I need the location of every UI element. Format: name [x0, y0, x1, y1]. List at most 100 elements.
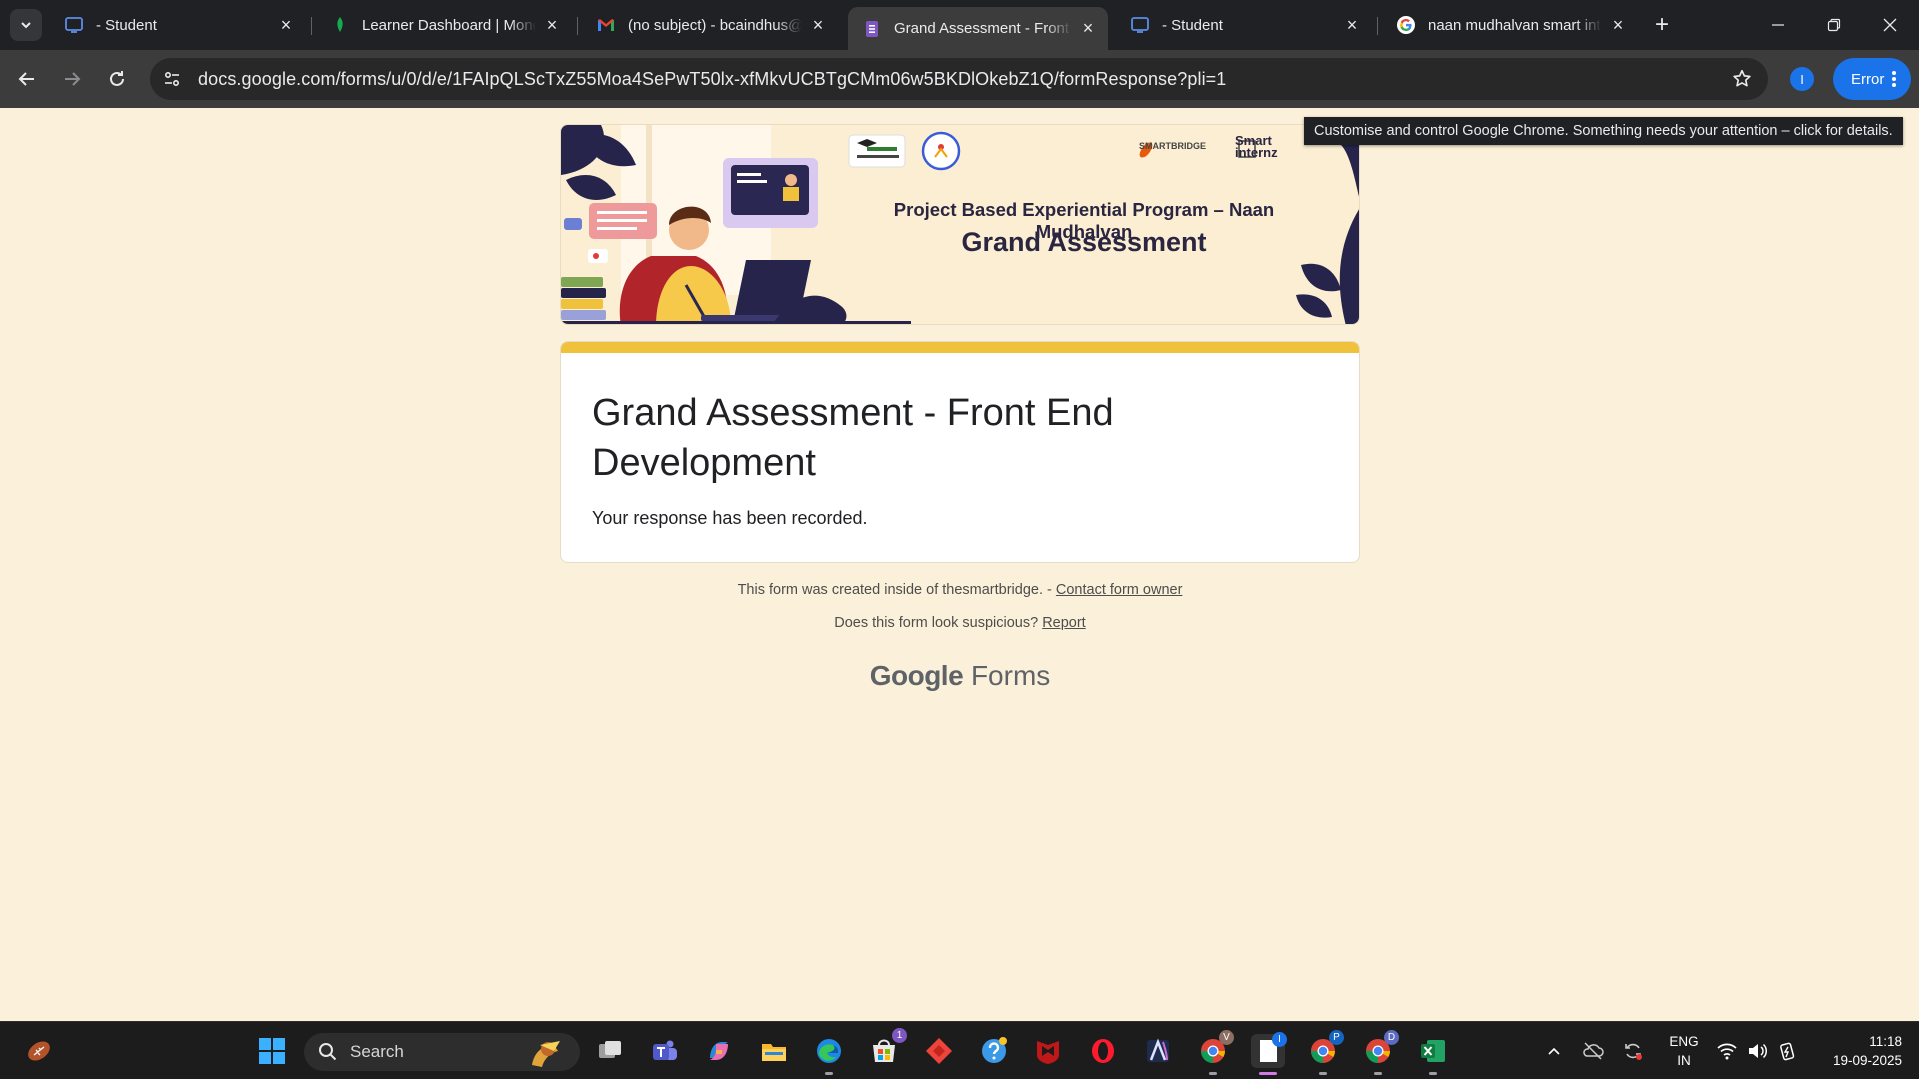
plus-icon: +: [1654, 11, 1669, 38]
notepad-icon[interactable]: I: [1251, 1032, 1287, 1068]
volume-icon[interactable]: [1740, 1034, 1774, 1068]
mcafee-icon[interactable]: [1031, 1034, 1065, 1068]
report-link[interactable]: Report: [1042, 615, 1086, 631]
running-indicator: [1429, 1072, 1437, 1075]
close-icon[interactable]: ×: [542, 15, 562, 35]
wifi-icon[interactable]: [1710, 1034, 1744, 1068]
tab-strip: - Student × Learner Dashboard | MongoDB …: [0, 0, 1919, 50]
tab-title: - Student: [96, 16, 157, 34]
profile-badge: P: [1329, 1030, 1344, 1045]
close-icon[interactable]: ×: [1342, 15, 1362, 35]
bookmark-star-icon[interactable]: [1730, 67, 1754, 91]
chrome-menu-tooltip: Customise and control Google Chrome. Som…: [1304, 117, 1903, 145]
running-indicator: [1374, 1072, 1382, 1075]
teams-icon[interactable]: [647, 1034, 681, 1068]
profile-badge: I: [1272, 1032, 1287, 1047]
task-view-icon[interactable]: [593, 1034, 627, 1068]
leaf-icon: [330, 15, 350, 35]
profile-avatar[interactable]: I: [1790, 67, 1814, 91]
google-icon: [1396, 15, 1416, 35]
search-icon: [319, 1043, 337, 1061]
chrome-profile-p-icon[interactable]: P: [1306, 1030, 1344, 1068]
search-highlight-icon: [532, 1041, 560, 1067]
site-info-icon[interactable]: [156, 63, 188, 95]
windows-logo-icon: [259, 1038, 285, 1064]
football-widget-icon[interactable]: [22, 1034, 56, 1068]
contact-owner-link[interactable]: Contact form owner: [1056, 582, 1183, 598]
microsoft-store-icon[interactable]: 1: [867, 1028, 907, 1068]
reload-icon: [110, 71, 124, 86]
tab-student-2[interactable]: - Student ×: [1116, 8, 1372, 42]
edge-icon[interactable]: [812, 1034, 846, 1068]
running-indicator: [1319, 1072, 1327, 1075]
running-indicator: [1209, 1072, 1217, 1075]
close-icon[interactable]: ×: [1608, 15, 1628, 35]
google-forms-logo[interactable]: Google Forms: [560, 660, 1360, 692]
close-icon[interactable]: ×: [276, 15, 296, 35]
chevron-down-icon: [21, 22, 31, 29]
chrome-profile-v-icon[interactable]: V: [1196, 1030, 1234, 1068]
google-wordmark: Google: [869, 660, 964, 691]
chevron-up-icon[interactable]: [1537, 1034, 1571, 1068]
banner-title: Grand Assessment: [961, 227, 1207, 257]
error-label: Error: [1851, 70, 1885, 88]
arrow-right-icon: [65, 72, 81, 86]
reload-button[interactable]: [101, 63, 133, 95]
region-code: IN: [1677, 1053, 1691, 1068]
form-title: Grand Assessment - Front End Development: [592, 392, 1114, 484]
forms-wordmark: Forms: [970, 660, 1051, 691]
input-language[interactable]: ENG IN: [1666, 1032, 1702, 1070]
windows-taskbar: Search 1 V I P D ENG IN 11:18 19-09-2025: [0, 1021, 1919, 1079]
tab-student-1[interactable]: - Student ×: [50, 8, 306, 42]
suspicious-note: Does this form look suspicious? Report: [560, 615, 1360, 631]
language-code: ENG: [1669, 1034, 1699, 1049]
tab-title: (no subject) - bcaindhus@gmail.com: [628, 16, 802, 34]
system-clock[interactable]: 11:18 19-09-2025: [1812, 1032, 1902, 1070]
chrome-menu-error-button[interactable]: Error: [1833, 58, 1911, 100]
cloud-offline-icon[interactable]: [1576, 1034, 1610, 1068]
copilot-icon[interactable]: [702, 1034, 736, 1068]
close-icon: [1883, 18, 1897, 32]
minimize-button[interactable]: [1750, 0, 1806, 50]
opera-icon[interactable]: [1086, 1034, 1120, 1068]
close-icon[interactable]: ×: [808, 15, 828, 35]
smartbridge-logo: SMARTBRIDGE: [1139, 141, 1206, 151]
tab-google-search[interactable]: naan mudhalvan smart internz ×: [1382, 8, 1638, 42]
restore-icon: [1827, 18, 1841, 32]
url-text[interactable]: docs.google.com/forms/u/0/d/e/1FAIpQLScT…: [198, 69, 1226, 90]
restore-button[interactable]: [1806, 0, 1862, 50]
tab-search-button[interactable]: [10, 9, 42, 41]
new-tab-button[interactable]: +: [1648, 11, 1676, 39]
forms-icon: [862, 19, 882, 39]
smartinternz-logo: Smart internz: [1235, 134, 1278, 160]
sync-icon[interactable]: [1616, 1034, 1650, 1068]
notification-badge: 1: [892, 1028, 907, 1043]
browser-toolbar: docs.google.com/forms/u/0/d/e/1FAIpQLScT…: [0, 50, 1919, 108]
active-running-indicator: [1259, 1072, 1277, 1075]
back-button[interactable]: [11, 63, 43, 95]
arrow-left-icon: [18, 72, 34, 86]
support-assistant-icon[interactable]: [977, 1034, 1011, 1068]
file-explorer-icon[interactable]: [757, 1034, 791, 1068]
tab-mongodb[interactable]: Learner Dashboard | MongoDB ×: [316, 8, 572, 42]
forward-button[interactable]: [56, 63, 88, 95]
taskbar-search[interactable]: Search: [304, 1033, 580, 1071]
close-window-button[interactable]: [1862, 0, 1918, 50]
smartinternz-logo-text: internz: [1235, 145, 1278, 160]
anydesk-icon[interactable]: [922, 1034, 956, 1068]
close-icon[interactable]: ×: [1078, 18, 1098, 39]
chrome-profile-d-icon[interactable]: D: [1361, 1030, 1399, 1068]
minimize-icon: [1772, 24, 1784, 26]
form-header-banner: SMARTBRIDGE Smart internz Project Based …: [560, 124, 1360, 325]
address-bar[interactable]: docs.google.com/forms/u/0/d/e/1FAIpQLScT…: [150, 58, 1768, 100]
tab-grand-assessment[interactable]: Grand Assessment - Front End Development…: [848, 7, 1108, 50]
excel-icon[interactable]: [1416, 1034, 1450, 1068]
tab-title: - Student: [1162, 16, 1223, 34]
image-editor-icon[interactable]: [1141, 1034, 1175, 1068]
form-created-text: This form was created inside of thesmart…: [737, 582, 1056, 598]
windows-start-button[interactable]: [255, 1034, 289, 1068]
gmail-icon: [596, 15, 616, 35]
battery-charging-icon[interactable]: [1770, 1034, 1804, 1068]
profile-badge: D: [1384, 1030, 1399, 1045]
tab-gmail[interactable]: (no subject) - bcaindhus@gmail.com ×: [582, 8, 838, 42]
